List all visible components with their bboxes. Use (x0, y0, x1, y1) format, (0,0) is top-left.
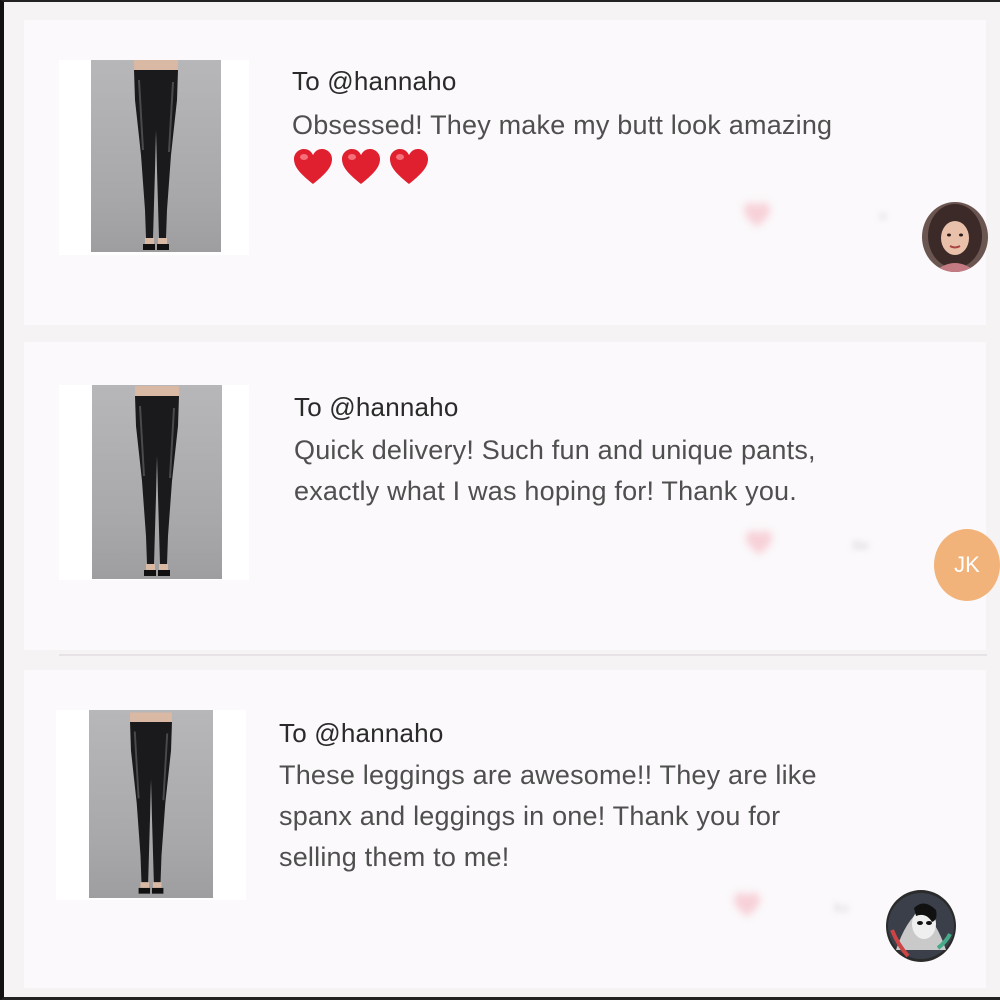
review-message-line: spanx and leggings in one! Thank you for (279, 801, 781, 831)
reviewer-avatar[interactable]: JK (934, 529, 1000, 601)
review-message: Obsessed! They make my butt look amazing (292, 105, 832, 146)
blurred-reviewer-name: ille (852, 537, 870, 553)
blurred-heart-icon (732, 892, 762, 923)
heart-emoji-icon (390, 149, 428, 184)
review-message-line: These leggings are awesome!! They are li… (279, 760, 817, 790)
reviewer-avatar[interactable] (886, 890, 956, 962)
review-message: Quick delivery! Such fun and unique pant… (294, 430, 816, 512)
review-message-line: exactly what I was hoping for! Thank you… (294, 476, 797, 506)
heart-emoji-icon (294, 149, 332, 184)
reviewer-avatar[interactable] (922, 202, 988, 272)
avatar-initials: JK (954, 552, 980, 577)
review-screenshot-frame: To @hannaho Obsessed! They make my butt … (0, 0, 1000, 1000)
review-message-line: selling them to me! (279, 842, 510, 872)
review-message: These leggings are awesome!! They are li… (279, 755, 817, 878)
user-avatar-illustration-icon (886, 890, 956, 962)
heart-emoji-icon (342, 149, 380, 184)
blurred-heart-icon (742, 202, 772, 233)
user-avatar-photo-icon (922, 202, 988, 272)
leggings-product-image[interactable] (91, 60, 221, 252)
review-recipient: To @hannaho (294, 392, 459, 422)
blurred-reviewer-name: o (879, 207, 887, 223)
review-message-line: Quick delivery! Such fun and unique pant… (294, 435, 816, 465)
review-divider (59, 654, 987, 656)
heart-emoji-row (292, 148, 430, 186)
leggings-product-image[interactable] (89, 710, 213, 898)
blurred-reviewer-name: ku (834, 899, 849, 915)
leggings-figure-icon (130, 712, 172, 894)
leggings-figure-icon (135, 386, 179, 576)
review-recipient: To @hannaho (279, 718, 444, 748)
leggings-figure-icon (134, 60, 178, 250)
blurred-heart-icon (744, 530, 774, 561)
review-message-line: Obsessed! They make my butt look amazing (292, 110, 833, 140)
review-recipient: To @hannaho (292, 66, 457, 96)
leggings-product-image[interactable] (92, 385, 222, 579)
